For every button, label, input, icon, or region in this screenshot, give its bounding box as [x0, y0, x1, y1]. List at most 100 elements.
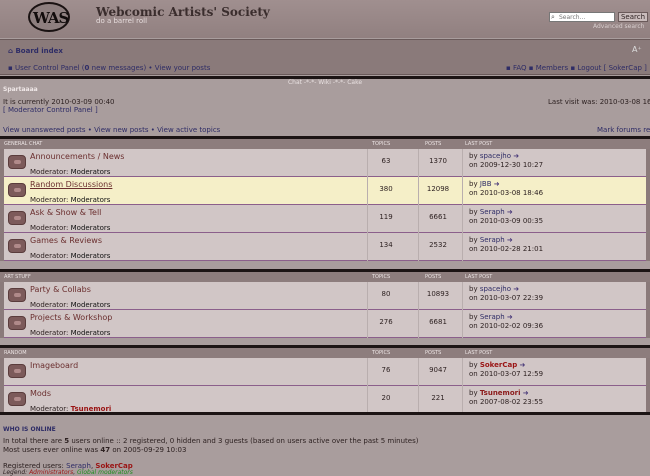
category-title[interactable]: RANDOM: [4, 350, 27, 356]
members-icon: ▪: [528, 64, 536, 72]
faq-icon: ▪: [506, 64, 513, 72]
topics-count: 20: [381, 394, 391, 402]
chat-link[interactable]: Chat: [288, 79, 302, 86]
last-post-user-link[interactable]: Seraph: [480, 313, 505, 321]
legend-label: Legend:: [3, 469, 30, 476]
who-is-online-title[interactable]: WHO IS ONLINE: [3, 426, 56, 433]
forum-row: Mods Moderator: Tsunemori 20 221 by Tsunemor…: [4, 386, 646, 414]
last-post-column-label: LAST POST: [465, 274, 493, 280]
legend-global-moderators[interactable]: Global moderators: [77, 469, 133, 476]
posts-count: 6681: [429, 318, 447, 326]
posts-count: 221: [431, 394, 445, 402]
view-latest-post-icon[interactable]: ➜: [513, 285, 519, 293]
view-active-link[interactable]: View active topics: [157, 126, 220, 134]
moderator-link[interactable]: Moderators: [71, 196, 111, 204]
moderator-label: Moderator:: [30, 224, 69, 232]
board-index-label: Board index: [15, 47, 63, 55]
site-logo[interactable]: WAS: [28, 2, 70, 32]
board-index-link[interactable]: ⌂ Board index: [8, 47, 63, 55]
font-resize-icon[interactable]: A⁺: [632, 45, 642, 54]
moderator-link[interactable]: Moderators: [71, 252, 111, 260]
category-title[interactable]: GENERAL CHAT: [4, 141, 42, 147]
logo-text: WAS: [33, 9, 69, 27]
last-post-user-link[interactable]: Seraph: [480, 208, 505, 216]
view-latest-post-icon[interactable]: ➜: [507, 313, 513, 321]
online-users-summary: In total there are 5 users online :: 2 r…: [3, 437, 418, 445]
current-time: It is currently 2010-03-09 00:40: [3, 98, 115, 106]
forum-title-link[interactable]: Games & Reviews: [30, 236, 102, 245]
chat-bar: Chat -*-*- Wiki -*-*- Cake: [287, 79, 363, 86]
forum-title-link[interactable]: Random Discussions: [30, 180, 112, 189]
by-label: by: [469, 208, 478, 216]
posts-column-label: POSTS: [425, 141, 442, 147]
moderator-link[interactable]: Moderators: [71, 329, 111, 337]
view-latest-post-icon[interactable]: ➜: [513, 152, 519, 160]
last-post-author: by Seraph ➜: [469, 313, 513, 321]
moderator-control-panel-link[interactable]: [ Moderator Control Panel ]: [3, 106, 98, 114]
posts-column-label: POSTS: [425, 274, 442, 280]
forum-title-link[interactable]: Announcements / News: [30, 152, 124, 161]
view-posts-link[interactable]: View your posts: [155, 64, 211, 72]
posts-count: 6661: [429, 213, 447, 221]
by-label: by: [469, 152, 478, 160]
banner-text: Spartaaaa: [3, 86, 38, 93]
last-post-column-label: LAST POST: [465, 350, 493, 356]
forum-title-link[interactable]: Projects & Workshop: [30, 313, 112, 322]
view-unanswered-link[interactable]: View unanswered posts: [3, 126, 86, 134]
last-post-user-link[interactable]: spacejho: [480, 152, 511, 160]
legend: Legend: Administrators, Global moderator…: [3, 469, 133, 476]
forum-title-link[interactable]: Imageboard: [30, 361, 78, 370]
last-post-author: by spacejho ➜: [469, 152, 519, 160]
last-post-date: on 2010-02-28 21:01: [469, 245, 544, 253]
logout-link[interactable]: Logout [ SokerCap ]: [577, 64, 646, 72]
view-latest-post-icon[interactable]: ➜: [507, 208, 513, 216]
view-latest-post-icon[interactable]: ➜: [507, 236, 513, 244]
moderator-label: Moderator:: [30, 329, 69, 337]
last-post-user-link[interactable]: Tsunemori: [480, 389, 521, 397]
topics-column-label: TOPICS: [372, 274, 391, 280]
category-title[interactable]: ART STUFF: [4, 274, 31, 280]
ucp-link[interactable]: User Control Panel (0 new messages): [15, 64, 146, 72]
moderator-info: Moderator: Moderators: [30, 168, 110, 176]
last-visit: Last visit was: 2010-03-08 16:3: [548, 98, 650, 106]
advanced-search-link[interactable]: Advanced search: [593, 23, 644, 30]
moderator-link[interactable]: Moderators: [71, 224, 111, 232]
moderator-link[interactable]: Moderators: [71, 301, 111, 309]
category-header: GENERAL CHAT TOPICS POSTS LAST POST: [0, 139, 650, 149]
view-latest-post-icon[interactable]: ➜: [523, 389, 529, 397]
legend-administrators[interactable]: Administrators: [29, 469, 73, 476]
forum-title-link[interactable]: Mods: [30, 389, 51, 398]
topics-count: 63: [381, 157, 391, 165]
faq-link[interactable]: FAQ: [513, 64, 527, 72]
moderator-info: Moderator: Moderators: [30, 196, 110, 204]
search-input[interactable]: [549, 12, 615, 22]
last-post-date: on 2010-03-07 12:59: [469, 370, 544, 378]
moderator-info: Moderator: Moderators: [30, 301, 110, 309]
forum-title-link[interactable]: Ask & Show & Tell: [30, 208, 101, 217]
ucp-suffix: new messages): [89, 64, 147, 72]
column-divider: [462, 205, 463, 233]
forum-read-icon: [8, 155, 26, 169]
last-post-author: by SokerCap ➜: [469, 361, 525, 369]
last-post-user-link[interactable]: Seraph: [480, 236, 505, 244]
last-post-user-link[interactable]: JBB: [480, 180, 492, 188]
members-link[interactable]: Members: [536, 64, 568, 72]
forum-read-icon: [8, 239, 26, 253]
by-label: by: [469, 313, 478, 321]
wiki-link[interactable]: Wiki: [318, 79, 331, 86]
cake-link[interactable]: Cake: [347, 79, 362, 86]
last-post-author: by JBB ➜: [469, 180, 500, 188]
last-post-user-link[interactable]: SokerCap: [480, 361, 517, 369]
moderator-label: Moderator:: [30, 168, 69, 176]
view-latest-post-icon[interactable]: ➜: [519, 361, 525, 369]
search-button[interactable]: Search: [618, 12, 648, 22]
mark-forums-read-link[interactable]: Mark forums rea: [597, 126, 650, 134]
forum-title-link[interactable]: Party & Collabs: [30, 285, 91, 294]
view-latest-post-icon[interactable]: ➜: [494, 180, 500, 188]
ucp-icon: ▪: [8, 64, 15, 72]
moderator-link[interactable]: Moderators: [71, 168, 111, 176]
view-new-link[interactable]: View new posts: [94, 126, 148, 134]
last-post-user-link[interactable]: spacejho: [480, 285, 511, 293]
posts-count: 9047: [429, 366, 447, 374]
last-post-author: by Seraph ➜: [469, 208, 513, 216]
